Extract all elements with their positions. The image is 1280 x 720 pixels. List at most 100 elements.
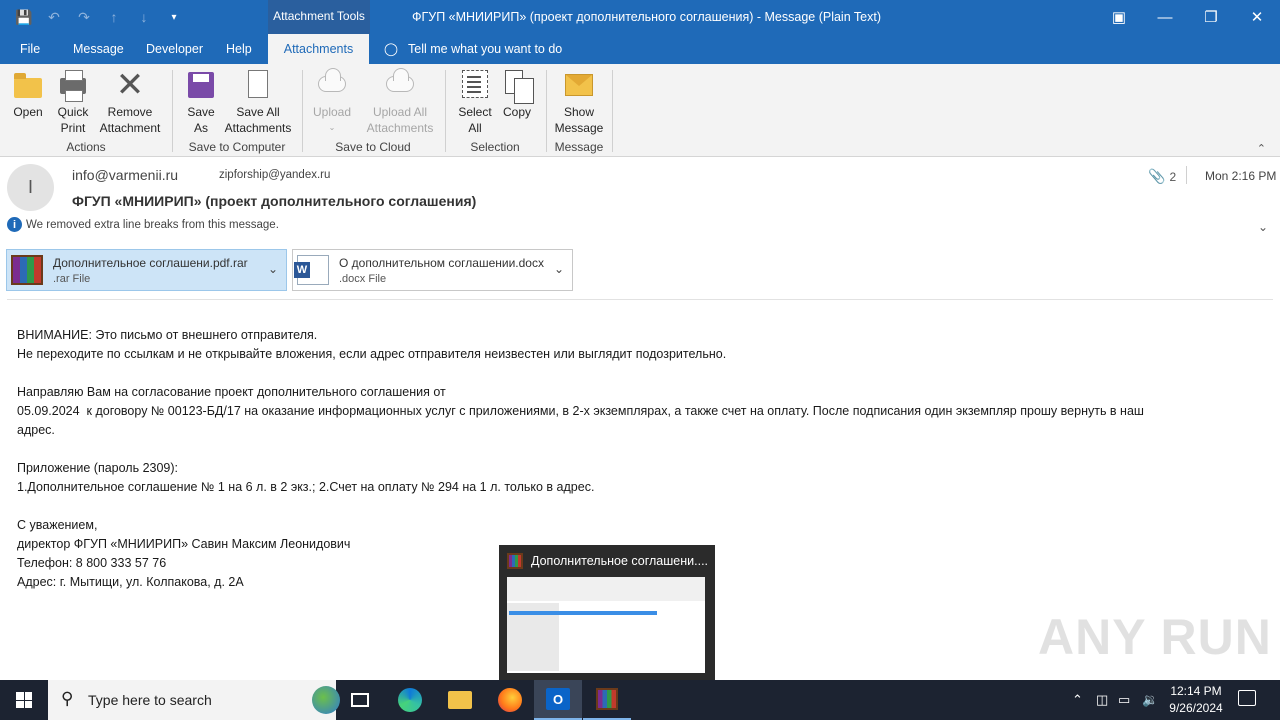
body-line: С уважением, xyxy=(17,518,98,532)
select-all-icon xyxy=(459,68,491,102)
winrar-archive-icon xyxy=(11,255,43,285)
winrar-icon xyxy=(596,688,618,710)
title-bar: 💾 ↶ ↷ ↑ ↓ ▾ Attachment Tools ФГУП «МНИИР… xyxy=(0,0,1280,34)
copy-icon xyxy=(501,68,534,104)
body-line: ВНИМАНИЕ: Это письмо от внешнего отправи… xyxy=(17,328,318,342)
ribbon-tabs: File Message Developer Help Attachments … xyxy=(0,34,1280,64)
open-button[interactable]: Open xyxy=(8,68,48,120)
message-subject: ФГУП «МНИИРИП» (проект дополнительного с… xyxy=(72,193,477,209)
taskbar-search-box[interactable]: ⚲ Type here to search xyxy=(48,680,340,720)
previous-item-icon[interactable]: ↑ xyxy=(104,7,124,27)
task-view-button[interactable] xyxy=(336,680,384,720)
expand-header-icon[interactable]: ⌄ xyxy=(1258,220,1268,234)
info-bar-text: We removed extra line breaks from this m… xyxy=(26,218,279,231)
info-icon: i xyxy=(7,217,22,232)
taskbar-file-explorer[interactable] xyxy=(436,680,484,720)
group-divider xyxy=(445,70,446,152)
task-view-icon xyxy=(351,693,369,707)
cloud-upload-all-icon xyxy=(384,68,416,102)
upload-button[interactable]: Upload ⌄ xyxy=(310,68,354,136)
upload-all-label-2: Attachments xyxy=(366,121,434,135)
show-message-button[interactable]: Show Message xyxy=(554,68,604,136)
ribbon-display-options-icon[interactable]: ▣ xyxy=(1096,0,1142,34)
tell-me-search[interactable]: ◯ Tell me what you want to do xyxy=(384,41,563,57)
word-document-icon xyxy=(294,255,329,285)
quick-print-label-2: Print xyxy=(60,121,86,135)
body-blank-line xyxy=(17,497,1257,516)
quick-print-label-1: Quick xyxy=(57,105,89,119)
minimize-button[interactable]: — xyxy=(1142,0,1188,34)
next-item-icon[interactable]: ↓ xyxy=(134,7,154,27)
quick-access-toolbar: 💾 ↶ ↷ ↑ ↓ ▾ xyxy=(14,7,184,27)
tab-file[interactable]: File xyxy=(20,34,40,64)
chevron-down-icon[interactable]: ⌄ xyxy=(268,262,278,276)
tab-help[interactable]: Help xyxy=(226,34,252,64)
display-icon[interactable]: ▭ xyxy=(1118,692,1130,708)
remove-attachment-button[interactable]: ✕ Remove Attachment xyxy=(96,68,164,136)
taskbar-firefox[interactable] xyxy=(486,680,534,720)
taskbar-thumbnail-preview[interactable]: Дополнительное соглашени.... xyxy=(499,545,715,680)
upload-all-label-1: Upload All xyxy=(372,105,428,119)
attachment-item[interactable]: Дополнительное соглашени.pdf.rar .rar Fi… xyxy=(6,249,287,291)
customize-qat-icon[interactable]: ▾ xyxy=(164,7,184,27)
paperclip-icon: 📎 xyxy=(1148,168,1166,184)
start-button[interactable] xyxy=(0,680,48,720)
collapse-ribbon-icon[interactable]: ⌃ xyxy=(1257,142,1266,155)
select-all-label-2: All xyxy=(468,121,482,135)
header-divider xyxy=(1186,166,1187,184)
restore-button[interactable]: ❐ xyxy=(1188,0,1234,34)
body-blank-line xyxy=(17,364,1257,383)
cloud-upload-icon xyxy=(316,68,348,102)
preview-selected-row xyxy=(509,611,657,615)
tab-developer[interactable]: Developer xyxy=(146,34,203,64)
taskbar-outlook[interactable]: O xyxy=(534,680,582,720)
file-explorer-icon xyxy=(448,691,472,709)
info-bar[interactable]: i We removed extra line breaks from this… xyxy=(7,217,279,232)
attachment-count: 📎 2 xyxy=(1148,168,1176,185)
taskbar-winrar[interactable] xyxy=(583,680,631,720)
close-button[interactable]: ✕ xyxy=(1234,0,1280,34)
tell-me-label: Tell me what you want to do xyxy=(408,41,563,56)
copy-button[interactable]: Copy xyxy=(500,68,534,120)
save-all-attachments-button[interactable]: Save All Attachments xyxy=(222,68,294,136)
group-divider xyxy=(612,70,613,152)
body-line: Направляю Вам на согласование проект доп… xyxy=(17,385,446,399)
save-icon[interactable]: 💾 xyxy=(14,7,34,27)
system-clock[interactable]: 12:14 PM 9/26/2024 xyxy=(1158,683,1234,717)
winrar-icon xyxy=(507,553,523,569)
message-date: Mon 2:16 PM xyxy=(1205,169,1277,183)
redo-icon[interactable]: ↷ xyxy=(74,7,94,27)
select-all-button[interactable]: Select All xyxy=(454,68,496,136)
body-line: адрес. xyxy=(17,423,55,437)
lightbulb-icon: ◯ xyxy=(384,42,398,56)
chevron-down-icon[interactable]: ⌄ xyxy=(554,262,564,276)
context-tab-title: Attachment Tools xyxy=(268,0,370,34)
quick-print-button[interactable]: Quick Print xyxy=(52,68,94,136)
save-all-label-1: Save All xyxy=(236,105,280,119)
folder-open-icon xyxy=(12,68,44,102)
save-as-button[interactable]: Save As xyxy=(182,68,220,136)
taskbar-edge[interactable] xyxy=(386,680,434,720)
body-line: 1.Дополнительное соглашение № 1 на 6 л. … xyxy=(17,480,595,494)
windows-logo-icon xyxy=(16,692,32,708)
show-message-label-1: Show xyxy=(563,105,595,119)
undo-icon[interactable]: ↶ xyxy=(44,7,64,27)
group-label-message: Message xyxy=(554,140,604,154)
save-all-label-2: Attachments xyxy=(224,121,292,135)
attachment-count-value: 2 xyxy=(1169,169,1177,184)
attachment-item[interactable]: О дополнительном соглашении.docx .docx F… xyxy=(292,249,573,291)
edge-icon xyxy=(398,688,422,712)
search-placeholder: Type here to search xyxy=(88,692,212,708)
network-icon[interactable]: ◫ xyxy=(1096,692,1108,708)
show-message-label-2: Message xyxy=(554,121,604,135)
chevron-up-icon[interactable]: ⌃ xyxy=(1072,692,1083,708)
tab-message[interactable]: Message xyxy=(73,34,124,64)
sender-address[interactable]: info@varmenii.ru xyxy=(72,167,178,183)
envelope-icon xyxy=(563,68,595,102)
tab-attachments[interactable]: Attachments xyxy=(268,34,369,64)
ribbon: Open Quick Print ✕ Remove Attachment Act… xyxy=(0,64,1280,157)
recipient-address[interactable]: zipforship@yandex.ru xyxy=(219,169,330,181)
notification-icon[interactable] xyxy=(1238,690,1256,706)
taskbar: ⚲ Type here to search O ⌃ ◫ ▭ 🔉 12:14 PM… xyxy=(0,680,1280,720)
volume-icon[interactable]: 🔉 xyxy=(1142,692,1158,708)
